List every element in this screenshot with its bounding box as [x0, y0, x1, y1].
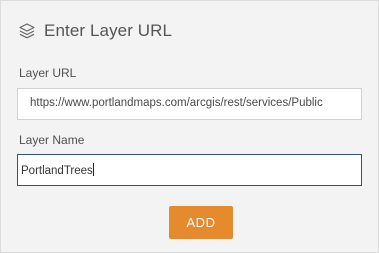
panel-title: Enter Layer URL: [44, 21, 173, 40]
add-button[interactable]: ADD: [169, 206, 233, 239]
layers-icon: [18, 22, 36, 40]
layer-url-label: Layer URL: [19, 66, 77, 80]
layer-name-input[interactable]: [17, 154, 362, 186]
panel-header: Enter Layer URL: [18, 19, 172, 43]
layer-name-label: Layer Name: [19, 133, 85, 147]
enter-layer-url-panel: Enter Layer URL Layer URL https://www.po…: [0, 0, 379, 253]
layer-url-input[interactable]: [17, 88, 362, 120]
